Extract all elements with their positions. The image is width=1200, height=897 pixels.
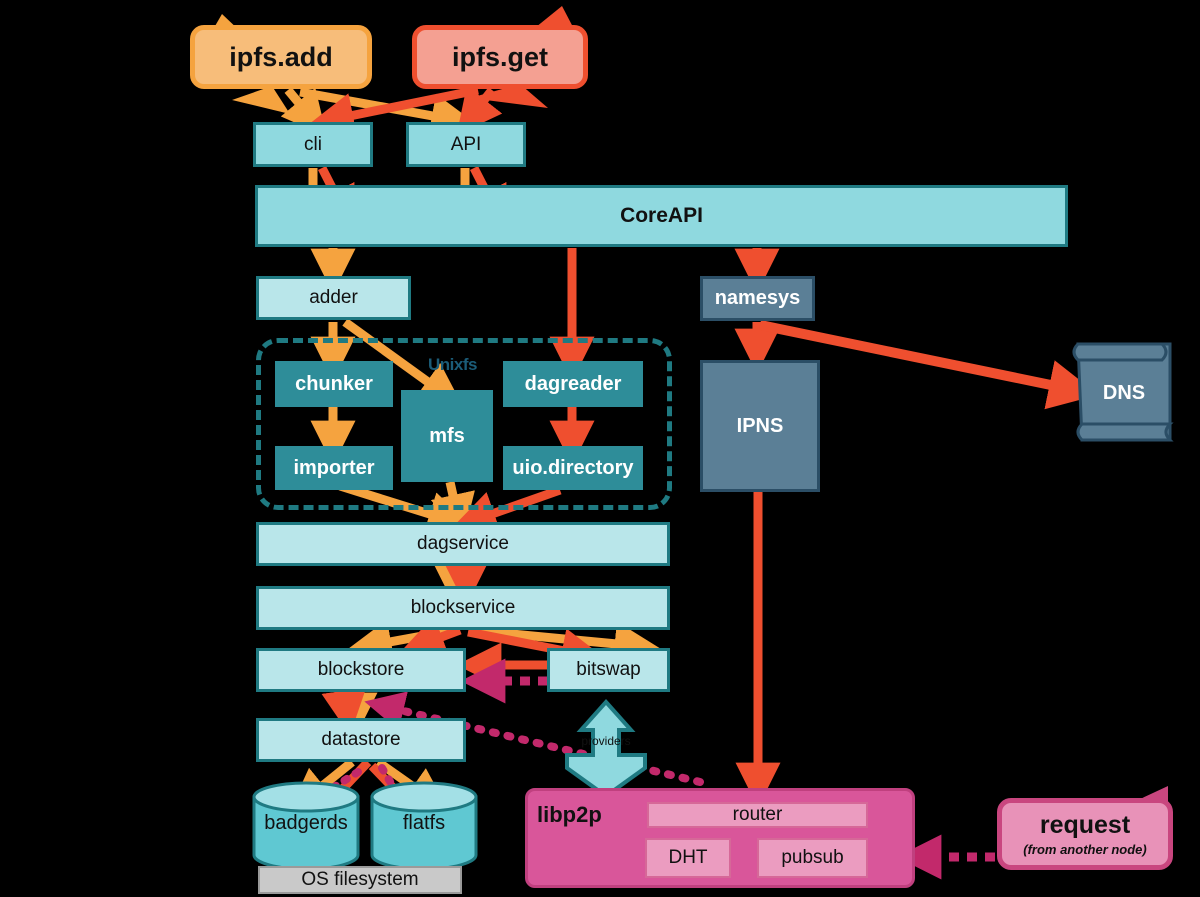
node-os-filesystem-label: OS filesystem: [301, 869, 419, 891]
cylinder-flatfs-label: flatfs: [402, 812, 446, 834]
node-dht[interactable]: DHT: [645, 838, 731, 878]
group-unixfs-label: Unixfs: [428, 355, 477, 374]
node-bitswap-label: bitswap: [576, 659, 641, 681]
arrow-add-to-api: [299, 87, 477, 138]
arrow-add-to-cli: [280, 87, 327, 137]
arrow-get-to-cli: [308, 85, 479, 138]
providers-double-arrow: [565, 698, 647, 799]
node-namesys-label: namesys: [714, 287, 801, 309]
node-uio-directory-label: uio.directory: [512, 456, 634, 479]
callout-request: request (from another node): [997, 798, 1173, 870]
arrow-datastore-to-flatfs-red: [368, 762, 437, 834]
arrow-blockstore-to-datastore-red: [321, 687, 367, 736]
callout-ipfs-add: ipfs.add: [190, 25, 372, 89]
node-uio-directory[interactable]: uio.directory: [503, 446, 643, 490]
node-importer-label: importer: [293, 456, 375, 479]
node-pubsub-label: pubsub: [781, 847, 844, 869]
node-coreapi[interactable]: CoreAPI: [255, 185, 1068, 247]
arrow-blockservice-to-blockstore-orange: [346, 619, 456, 664]
node-blockstore-label: blockstore: [317, 659, 405, 681]
arrow-datastore-to-badgerds-red: [303, 758, 372, 831]
node-cli-label: cli: [304, 133, 322, 155]
arrow-blockservice-to-bitswap-orange: [469, 621, 660, 667]
node-mfs-label: mfs: [429, 424, 465, 447]
node-namesys[interactable]: namesys: [700, 276, 815, 321]
node-ipns-label: IPNS: [736, 414, 784, 437]
arrow-datastore-to-badgerds-orange: [288, 758, 355, 814]
arrow-datastore-to-flatfs-orange: [375, 758, 450, 813]
node-api-label: API: [450, 133, 482, 155]
node-bitswap[interactable]: bitswap: [547, 648, 670, 692]
node-coreapi-label: CoreAPI: [620, 203, 703, 227]
node-api[interactable]: API: [406, 122, 526, 167]
node-blockstore[interactable]: blockstore: [256, 648, 466, 692]
node-chunker-label: chunker: [295, 372, 373, 395]
node-router-label: router: [732, 804, 783, 826]
node-cli[interactable]: cli: [253, 122, 373, 167]
arrow-blockservice-to-blockstore-red: [399, 615, 462, 658]
node-pubsub[interactable]: pubsub: [757, 838, 868, 878]
node-ipns[interactable]: IPNS: [700, 360, 820, 492]
node-blockservice[interactable]: blockservice: [256, 586, 670, 630]
providers-label: providers: [581, 734, 631, 748]
callout-ipfs-get-label: ipfs.get: [451, 41, 548, 72]
node-datastore[interactable]: datastore: [256, 718, 466, 762]
arrow-get-to-api: [456, 85, 503, 135]
callout-request-sublabel: (from another node): [1023, 842, 1147, 857]
node-dagservice[interactable]: dagservice: [256, 522, 670, 566]
node-dagservice-label: dagservice: [417, 533, 509, 555]
callout-ipfs-add-label: ipfs.add: [229, 41, 333, 72]
node-dns-label: DNS: [1102, 382, 1146, 404]
node-importer[interactable]: importer: [275, 446, 393, 490]
node-blockservice-label: blockservice: [410, 597, 516, 619]
diagram-canvas: ipfs.add ipfs.get request (from another …: [0, 0, 1200, 897]
add-callout-tail2: [232, 86, 290, 114]
node-dagreader[interactable]: dagreader: [503, 361, 643, 407]
cylinder-badgerds-label: badgerds: [264, 812, 348, 834]
node-datastore-label: datastore: [321, 729, 401, 751]
node-mfs[interactable]: mfs: [401, 390, 493, 482]
node-router[interactable]: router: [647, 802, 868, 828]
node-chunker[interactable]: chunker: [275, 361, 393, 407]
arrow-datastore-to-flatfs-magenta: [378, 764, 418, 829]
node-os-filesystem: OS filesystem: [258, 866, 462, 894]
node-dagreader-label: dagreader: [524, 372, 622, 395]
node-adder[interactable]: adder: [256, 276, 411, 320]
node-dht-label: DHT: [668, 847, 708, 869]
callout-request-label: request: [1039, 811, 1131, 839]
callout-ipfs-get: ipfs.get: [412, 25, 588, 89]
node-adder-label: adder: [309, 287, 358, 309]
panel-libp2p-title: libp2p: [537, 802, 602, 827]
